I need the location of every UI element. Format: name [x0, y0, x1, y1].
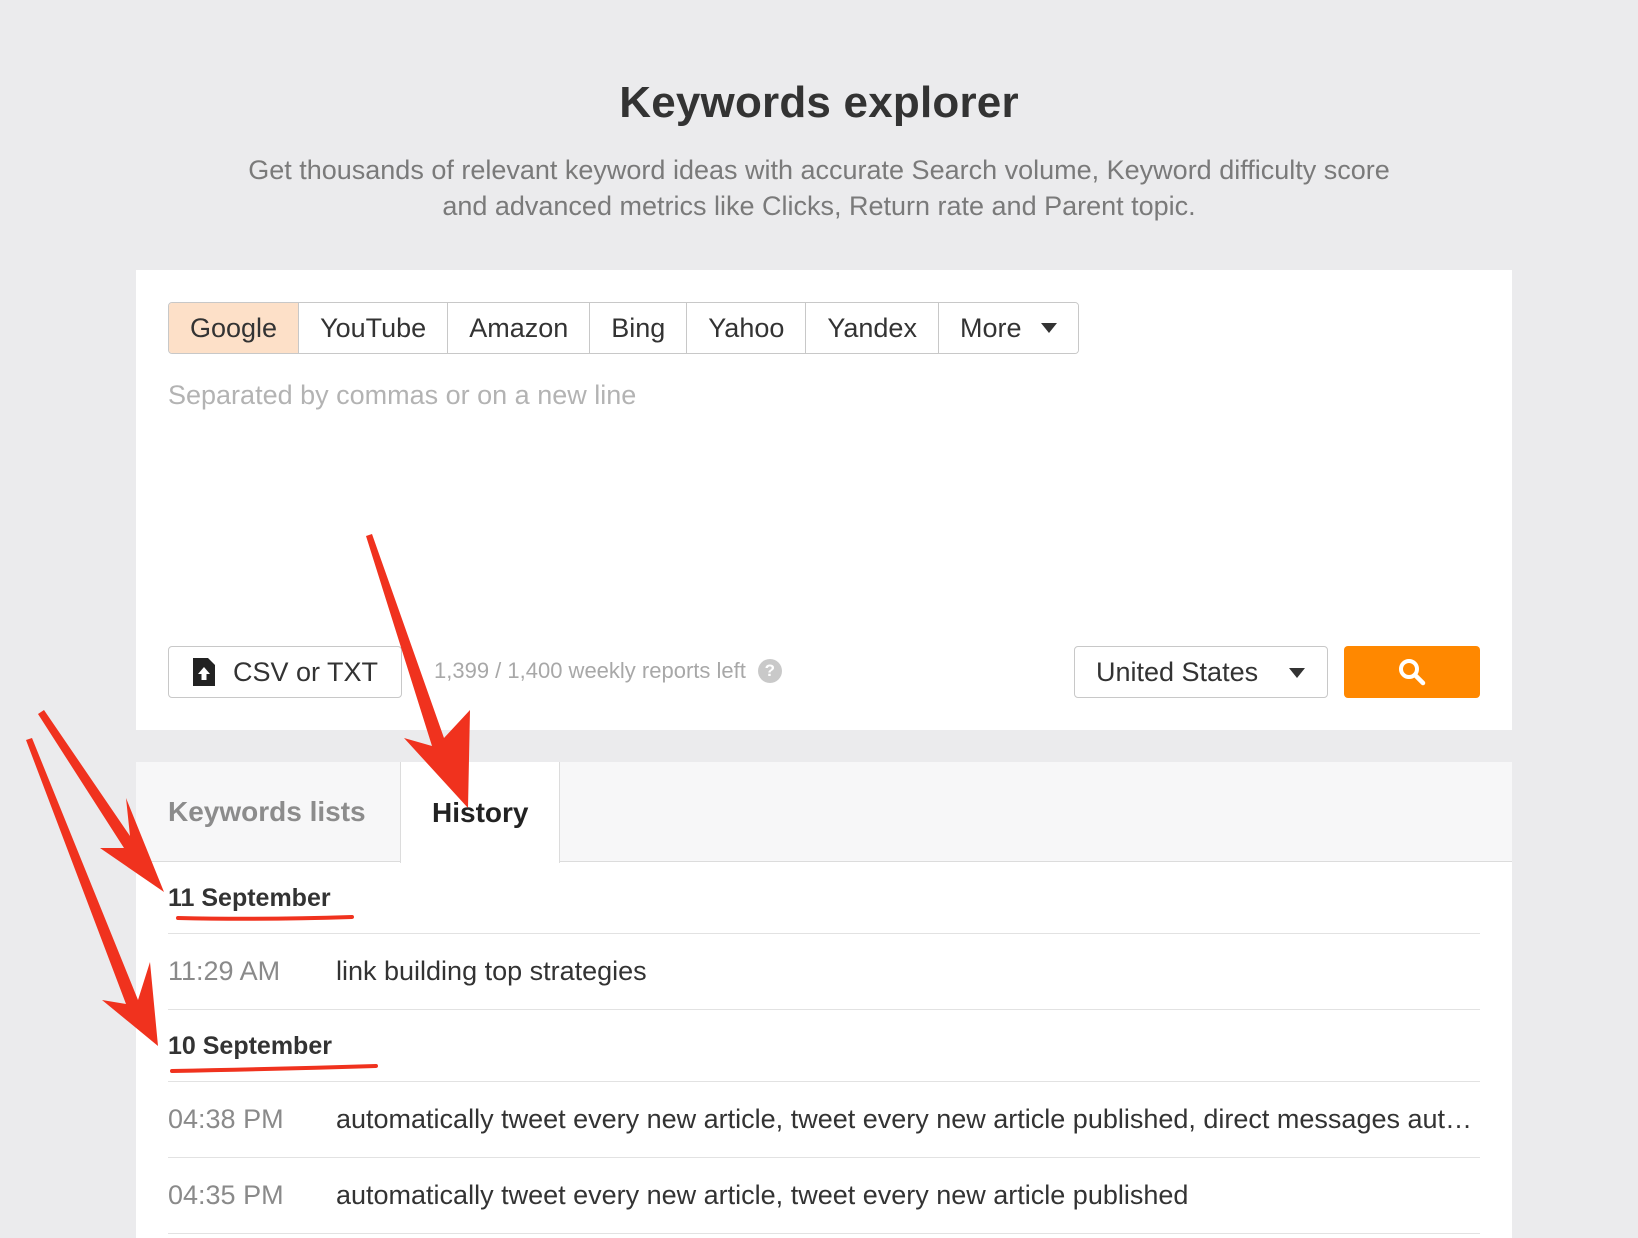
- history-entry-time: 11:29 AM: [168, 956, 281, 986]
- history-list: 11 September 11:29 AM link building top …: [136, 862, 1512, 1234]
- help-icon[interactable]: ?: [757, 659, 782, 683]
- search-icon: [1399, 659, 1426, 686]
- keywords-input[interactable]: [168, 380, 1478, 600]
- history-date-header: 10 September: [168, 1010, 1480, 1082]
- more-engines-dropdown[interactable]: More: [938, 303, 1079, 353]
- caret-down-icon: [1289, 668, 1305, 678]
- history-entry-time: 04:38 PM: [168, 1104, 284, 1134]
- page-header: Keywords explorer Get thousands of relev…: [0, 78, 1638, 224]
- engine-tab-youtube[interactable]: YouTube: [299, 303, 449, 353]
- country-select[interactable]: United States: [1074, 646, 1328, 698]
- engine-tab-yandex[interactable]: Yandex: [806, 303, 939, 353]
- history-entry[interactable]: 04:38 PM automatically tweet every new a…: [168, 1082, 1480, 1158]
- engine-tab-yahoo[interactable]: Yahoo: [687, 303, 807, 353]
- results-tabs: Keywords lists History: [136, 762, 1512, 863]
- history-entry[interactable]: 04:35 PM automatically tweet every new a…: [168, 1158, 1480, 1234]
- upload-file-icon: [193, 658, 215, 686]
- country-value: United States: [1096, 656, 1259, 687]
- caret-down-icon: [1041, 323, 1058, 333]
- history-entry-query[interactable]: automatically tweet every new article, t…: [336, 1180, 1480, 1211]
- engine-tab-amazon[interactable]: Amazon: [448, 303, 591, 353]
- page-subtitle: Get thousands of relevant keyword ideas …: [248, 155, 1390, 221]
- history-entry-query[interactable]: automatically tweet every new article, t…: [336, 1104, 1480, 1135]
- upload-label: CSV or TXT: [233, 656, 379, 687]
- history-entry[interactable]: 11:29 AM link building top strategies: [168, 934, 1480, 1010]
- tab-history[interactable]: History: [400, 762, 561, 863]
- engine-tab-bing[interactable]: Bing: [590, 303, 688, 353]
- upload-csv-button[interactable]: CSV or TXT: [168, 646, 402, 698]
- history-entry-time: 04:35 PM: [168, 1180, 284, 1210]
- reports-left-text: 1,399 / 1,400 weekly reports left: [434, 658, 746, 683]
- search-button[interactable]: [1344, 646, 1480, 698]
- engine-tab-google[interactable]: Google: [169, 303, 300, 353]
- history-date-header: 11 September: [168, 862, 1480, 934]
- history-entry-query[interactable]: link building top strategies: [336, 956, 1480, 987]
- reports-left-info: 1,399 / 1,400 weekly reports left ?: [434, 658, 782, 684]
- tab-keywords-lists[interactable]: Keywords lists: [136, 762, 400, 862]
- page-title: Keywords explorer: [619, 78, 1019, 127]
- search-engine-selector: Google YouTube Amazon Bing Yahoo Yandex …: [168, 302, 1080, 354]
- search-panel: Google YouTube Amazon Bing Yahoo Yandex …: [136, 270, 1512, 730]
- results-panel: Keywords lists History 11 September 11:2…: [136, 762, 1512, 1238]
- more-engines-label: More: [959, 312, 1022, 343]
